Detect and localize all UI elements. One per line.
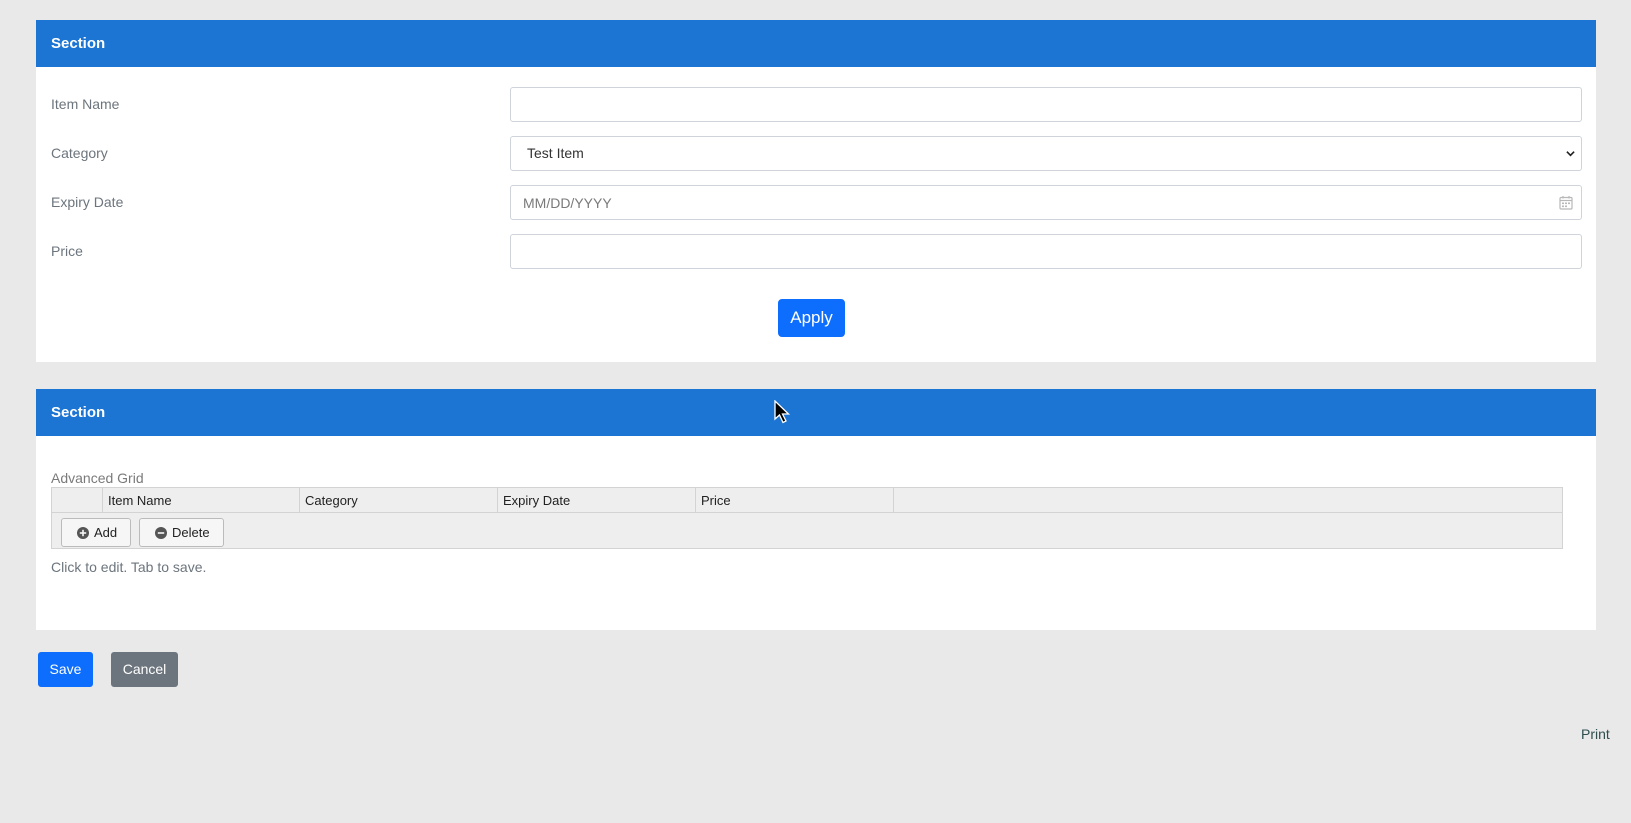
price-label: Price <box>51 243 83 259</box>
apply-button[interactable]: Apply <box>778 299 845 337</box>
advanced-grid: Item Name Category Expiry Date Price Add… <box>51 487 1563 549</box>
grid-column-select[interactable] <box>52 488 103 512</box>
calendar-icon[interactable] <box>1559 195 1573 210</box>
category-label: Category <box>51 145 108 161</box>
section-header: Section <box>36 20 1596 67</box>
grid-column-expiry-date[interactable]: Expiry Date <box>498 488 696 512</box>
grid-column-price[interactable]: Price <box>696 488 894 512</box>
item-name-field-wrapper <box>510 87 1582 122</box>
chevron-down-icon <box>1566 151 1575 157</box>
grid-header-row: Item Name Category Expiry Date Price <box>52 488 1562 513</box>
save-button[interactable]: Save <box>38 652 93 687</box>
plus-circle-icon <box>77 527 89 539</box>
category-row: Category Test Item <box>36 136 1596 171</box>
category-select[interactable]: Test Item <box>510 136 1582 171</box>
expiry-date-input[interactable] <box>511 186 1581 219</box>
mouse-cursor-icon <box>774 400 791 424</box>
cancel-button[interactable]: Cancel <box>111 652 178 687</box>
price-row: Price <box>36 234 1596 269</box>
section-header: Section <box>36 389 1596 436</box>
add-row-button[interactable]: Add <box>61 518 131 547</box>
expiry-date-field-wrapper <box>510 185 1582 220</box>
grid-column-item-name[interactable]: Item Name <box>103 488 300 512</box>
grid-help-text: Click to edit. Tab to save. <box>51 559 207 575</box>
item-name-row: Item Name <box>36 87 1596 122</box>
item-form-section: Section Item Name Category Test Item Exp… <box>36 20 1596 362</box>
grid-section: Section Advanced Grid Item Name Category… <box>36 389 1596 630</box>
grid-column-filler <box>894 488 1562 512</box>
minus-circle-icon <box>155 527 167 539</box>
print-link[interactable]: Print <box>1581 726 1610 742</box>
expiry-date-label: Expiry Date <box>51 194 124 210</box>
add-button-label: Add <box>94 525 118 540</box>
price-field-wrapper <box>510 234 1582 269</box>
price-input[interactable] <box>511 235 1581 268</box>
delete-row-button[interactable]: Delete <box>139 518 224 547</box>
grid-title: Advanced Grid <box>51 470 144 486</box>
item-name-input[interactable] <box>511 88 1581 121</box>
category-selected-value: Test Item <box>527 145 584 161</box>
delete-button-label: Delete <box>172 525 210 540</box>
expiry-date-row: Expiry Date <box>36 185 1596 220</box>
grid-column-category[interactable]: Category <box>300 488 498 512</box>
item-name-label: Item Name <box>51 96 120 112</box>
